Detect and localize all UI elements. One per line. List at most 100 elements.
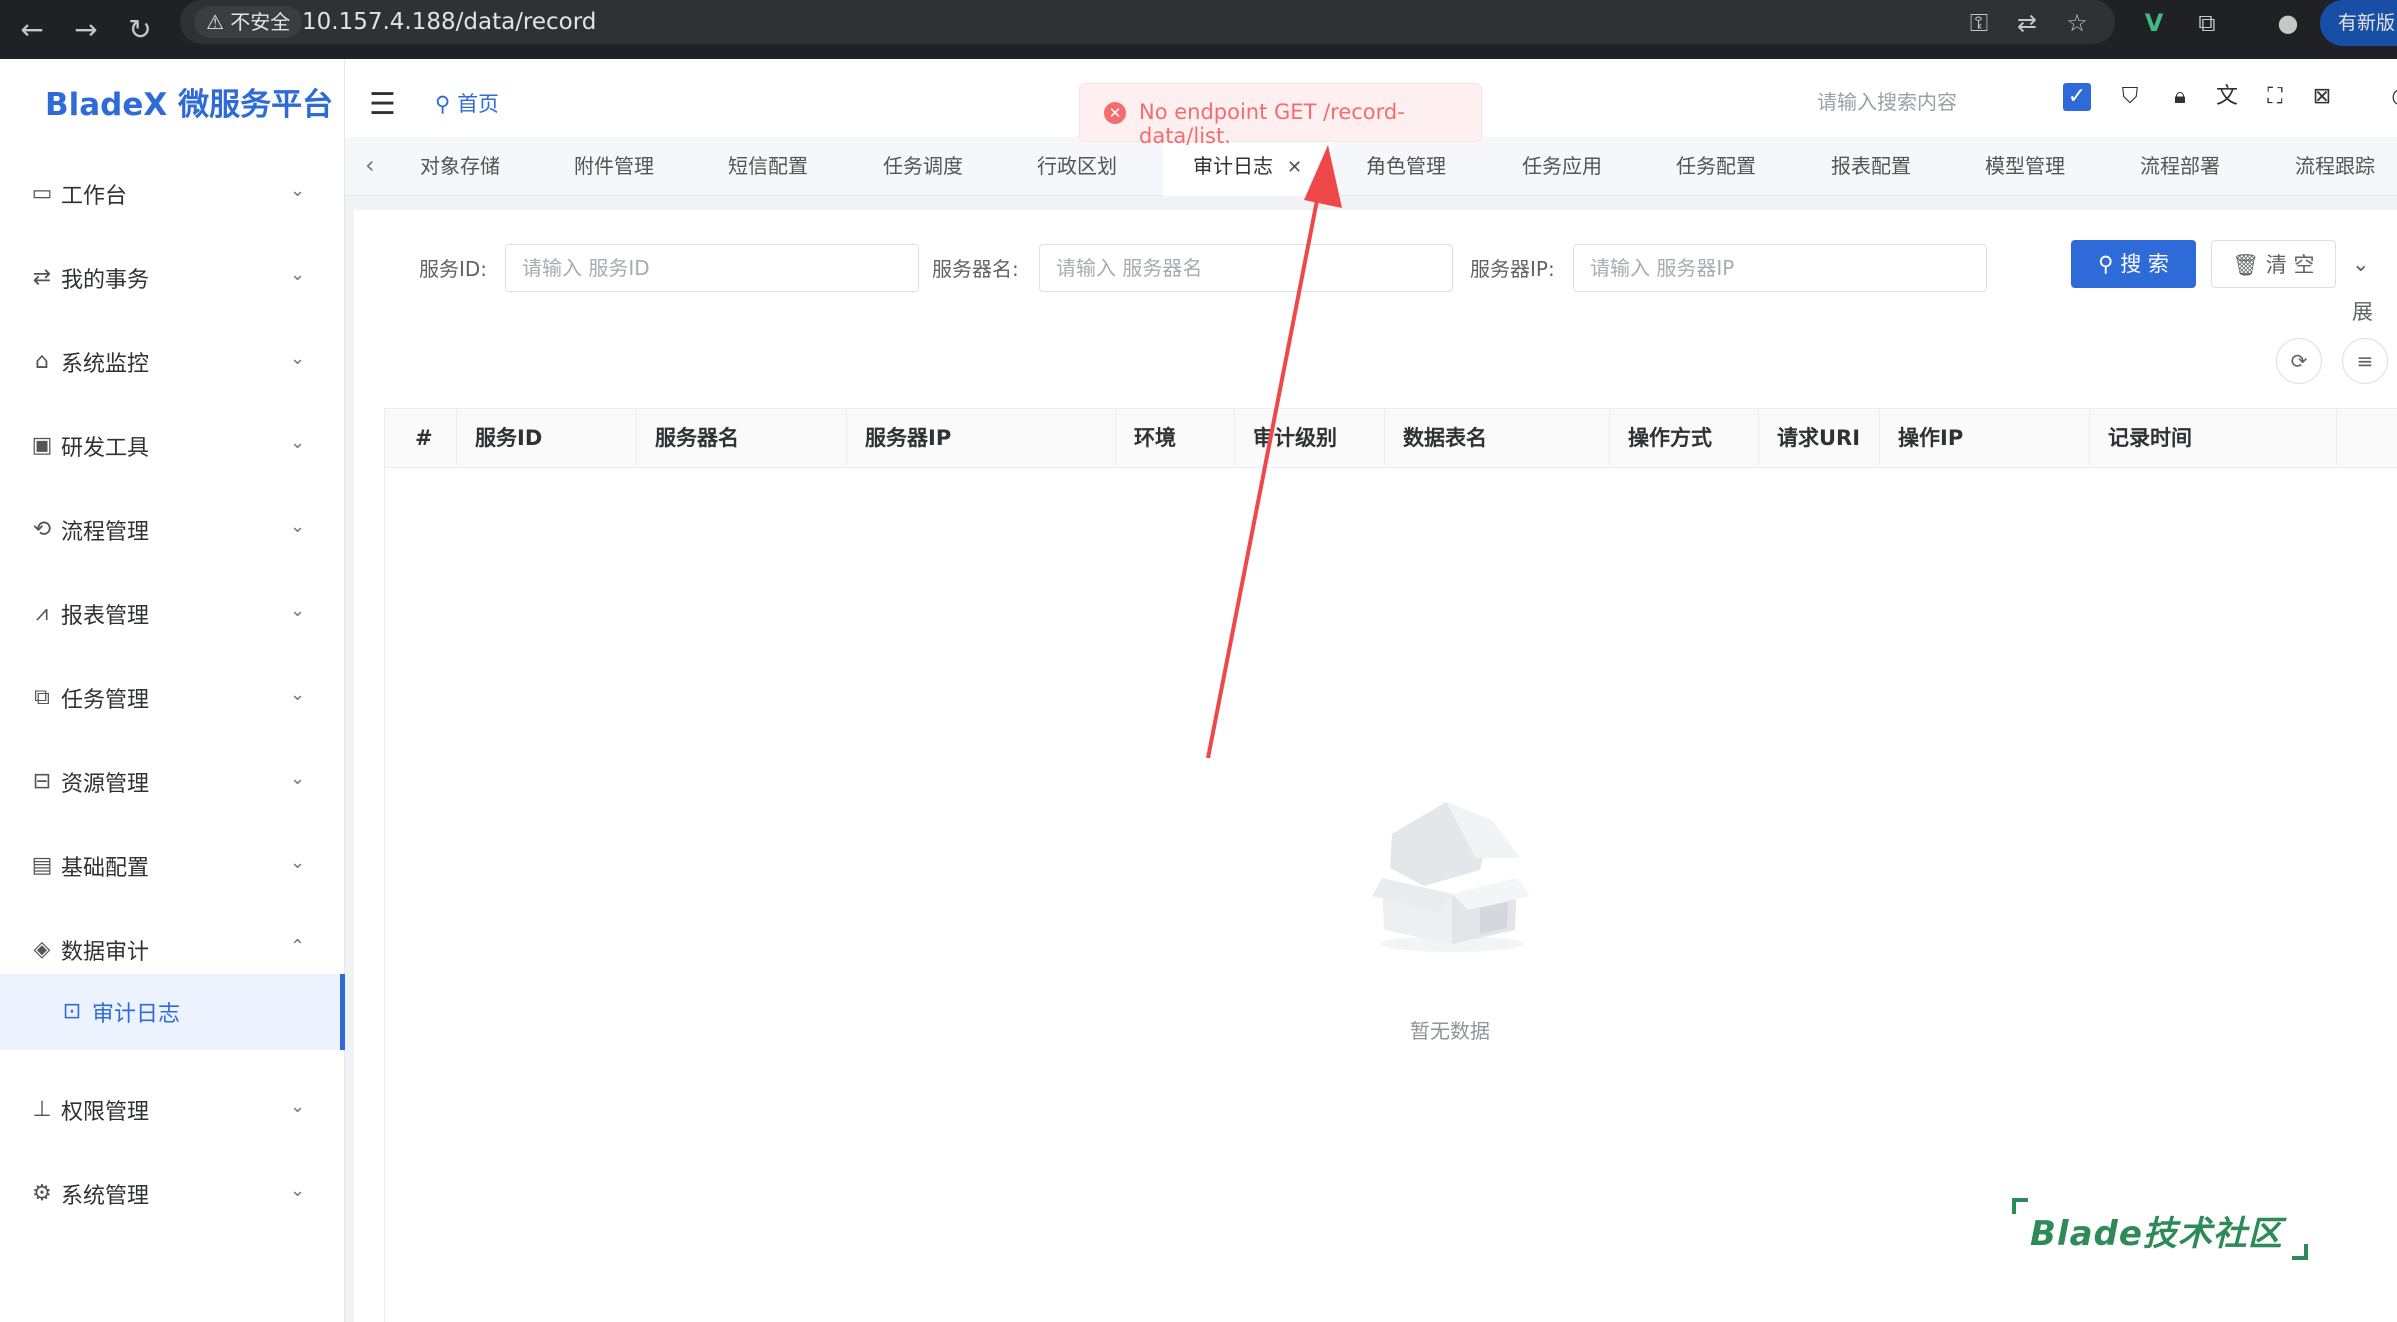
menu-toggle-icon[interactable]: ☰ bbox=[369, 87, 396, 122]
tag-region[interactable]: 行政区划 bbox=[1037, 137, 1117, 196]
monitor-icon: ▭ bbox=[31, 181, 53, 206]
address-bar[interactable]: ⚠ 不安全 10.157.4.188/data/record ⚿ ⇄ ☆ bbox=[180, 0, 2115, 44]
column-header-record-time[interactable]: 记录时间 bbox=[2090, 409, 2337, 467]
sidebar-item-system-monitor[interactable]: ⌂ 系统监控 ⌄ bbox=[0, 322, 345, 406]
expand-button[interactable]: ⌄ 展 bbox=[2352, 240, 2397, 324]
app-logo[interactable]: BladeX 微服务平台 bbox=[45, 79, 333, 124]
sidebar-item-flow[interactable]: ⟲ 流程管理 ⌄ bbox=[0, 490, 345, 574]
translate-icon[interactable]: ⇄ bbox=[2010, 6, 2044, 40]
language-icon[interactable]: 文 bbox=[2213, 83, 2241, 111]
password-key-icon[interactable]: ⚿ bbox=[1962, 6, 1996, 40]
column-header-env[interactable]: 环境 bbox=[1116, 409, 1235, 467]
refresh-button[interactable]: ⟳ bbox=[2276, 338, 2322, 384]
user-avatar-icon[interactable]: ○ bbox=[2387, 83, 2397, 111]
transfer-icon: ⇄ bbox=[32, 265, 52, 290]
column-header-service-id[interactable]: 服务ID bbox=[457, 409, 637, 467]
service-id-input[interactable] bbox=[505, 244, 919, 292]
alarm-icon: ⌂ bbox=[35, 349, 49, 374]
fullscreen-icon[interactable]: ⛶ bbox=[2261, 83, 2289, 111]
gear-icon: ⚙ bbox=[32, 1181, 52, 1206]
table-header: # 服务ID 服务器名 服务器IP 环境 审计级别 数据表名 操作方式 请求UR… bbox=[385, 408, 2397, 468]
vue-devtools-icon[interactable]: V bbox=[2137, 6, 2171, 40]
forward-button[interactable]: → bbox=[64, 8, 108, 52]
browser-update-button[interactable]: 有新版 bbox=[2320, 0, 2397, 46]
tasks-icon: ⧉ bbox=[34, 685, 50, 710]
service-id-label: 服务ID: bbox=[419, 257, 488, 281]
sidebar-item-system[interactable]: ⚙ 系统管理 ⌄ bbox=[0, 1154, 345, 1238]
sidebar-item-my-affairs[interactable]: ⇄ 我的事务 ⌄ bbox=[0, 238, 345, 322]
server-ip-label: 服务器IP: bbox=[1470, 257, 1555, 281]
clear-button[interactable]: 🗑︎ 清 空 bbox=[2211, 240, 2336, 288]
chevron-up-icon: ⌃ bbox=[290, 936, 306, 957]
sidebar-item-report[interactable]: ⩘ 报表管理 ⌄ bbox=[0, 574, 345, 658]
sidebar-item-permission[interactable]: ⊥ 权限管理 ⌄ bbox=[0, 1070, 345, 1154]
sidebar-item-label: 任务管理 bbox=[61, 688, 150, 713]
profile-icon[interactable]: ● bbox=[2271, 6, 2305, 40]
tag-model[interactable]: 模型管理 bbox=[1985, 137, 2065, 196]
tag-task-app[interactable]: 任务应用 bbox=[1522, 137, 1602, 196]
tags-scroll-left-icon[interactable]: ‹ bbox=[365, 151, 375, 179]
chevron-down-icon: ⌄ bbox=[290, 1180, 306, 1201]
home-flow-icon: ⚲ bbox=[435, 92, 458, 116]
bookmark-star-icon[interactable]: ☆ bbox=[2060, 6, 2094, 40]
column-header-audit-level[interactable]: 审计级别 bbox=[1235, 409, 1385, 467]
server-name-input[interactable] bbox=[1039, 244, 1453, 292]
back-button[interactable]: ← bbox=[10, 8, 54, 52]
sidebar-item-dev-tools[interactable]: ▣ 研发工具 ⌄ bbox=[0, 406, 345, 490]
clear-button-label: 清 空 bbox=[2265, 253, 2315, 277]
empty-box-illustration bbox=[1372, 802, 1530, 952]
column-header-server-name[interactable]: 服务器名 bbox=[637, 409, 847, 467]
code-icon: ▣ bbox=[31, 433, 53, 458]
close-icon[interactable]: ✕ bbox=[1287, 157, 1302, 178]
theme-check-icon[interactable]: ✓ bbox=[2063, 83, 2091, 111]
tag-flow-deploy[interactable]: 流程部署 bbox=[2140, 137, 2220, 196]
header-search-input[interactable]: 请输入搜索内容 bbox=[1817, 86, 1957, 115]
screenshot-icon[interactable]: ⊠ bbox=[2308, 83, 2336, 111]
sidebar-item-workbench[interactable]: ▭ 工作台 ⌄ bbox=[0, 154, 345, 238]
url-text[interactable]: 10.157.4.188/data/record bbox=[302, 0, 596, 44]
reload-button[interactable]: ↻ bbox=[118, 8, 162, 52]
column-header-server-ip[interactable]: 服务器IP bbox=[847, 409, 1116, 467]
tag-sms-config[interactable]: 短信配置 bbox=[728, 137, 808, 196]
watermark-text: Blade技术社区 bbox=[2030, 1214, 2283, 1254]
column-header-table-name[interactable]: 数据表名 bbox=[1385, 409, 1610, 467]
sidebar-item-label: 研发工具 bbox=[61, 436, 150, 461]
tag-task-config[interactable]: 任务配置 bbox=[1676, 137, 1756, 196]
tag-flow-track[interactable]: 流程跟踪 bbox=[2295, 137, 2375, 196]
sidebar-item-tasks[interactable]: ⧉ 任务管理 ⌄ bbox=[0, 658, 345, 742]
server-name-label: 服务器名: bbox=[932, 257, 1019, 281]
column-header-operation[interactable]: 操作方式 bbox=[1610, 409, 1759, 467]
server-ip-input[interactable] bbox=[1573, 244, 1987, 292]
tag-object-storage[interactable]: 对象存储 bbox=[420, 137, 500, 196]
chevron-down-icon: ⌄ bbox=[290, 180, 306, 201]
tag-report-config[interactable]: 报表配置 bbox=[1831, 137, 1911, 196]
column-settings-button[interactable]: ≡ bbox=[2342, 338, 2388, 384]
extensions-icon[interactable]: ⧉ bbox=[2190, 6, 2224, 40]
tag-attachment[interactable]: 附件管理 bbox=[574, 137, 654, 196]
expand-label: 展 bbox=[2352, 300, 2373, 324]
lock-icon[interactable]: 🔒︎ bbox=[2166, 83, 2194, 111]
search-button[interactable]: ⚲ 搜 索 bbox=[2071, 240, 2196, 288]
chevron-down-icon: ⌄ bbox=[290, 516, 306, 537]
toast-message: No endpoint GET /record-data/list. bbox=[1139, 100, 1405, 148]
column-header-operation-ip[interactable]: 操作IP bbox=[1880, 409, 2090, 467]
tag-label: 审计日志 bbox=[1193, 154, 1273, 178]
column-header-index[interactable]: # bbox=[385, 409, 457, 467]
chevron-down-icon: ⌄ bbox=[290, 1096, 306, 1117]
tag-task-schedule[interactable]: 任务调度 bbox=[883, 137, 963, 196]
skin-shirt-icon[interactable]: ⛉ bbox=[2116, 83, 2144, 111]
sidebar-item-audit-log[interactable]: ⊡ 审计日志 bbox=[0, 974, 345, 1050]
column-header-request-uri[interactable]: 请求URI bbox=[1759, 409, 1880, 467]
sidebar-item-label: 资源管理 bbox=[61, 772, 150, 797]
chevron-down-icon: ⌄ bbox=[290, 600, 306, 621]
security-indicator[interactable]: ⚠ 不安全 bbox=[194, 6, 303, 38]
resource-icon: ⊟ bbox=[32, 769, 52, 794]
browser-toolbar: ← → ↻ ⚠ 不安全 10.157.4.188/data/record ⚿ ⇄… bbox=[0, 0, 2397, 59]
sidebar-item-label: 权限管理 bbox=[61, 1100, 150, 1125]
breadcrumb-home[interactable]: ⚲ 首页 bbox=[435, 88, 499, 118]
chevron-down-icon: ⌄ bbox=[290, 768, 306, 789]
blade-community-logo: Blade技术社区 bbox=[2010, 1196, 2310, 1262]
layers-icon: ◈ bbox=[33, 937, 51, 962]
sidebar-item-resource[interactable]: ⊟ 资源管理 ⌄ bbox=[0, 742, 345, 826]
sidebar-item-base-config[interactable]: ▤ 基础配置 ⌄ bbox=[0, 826, 345, 910]
